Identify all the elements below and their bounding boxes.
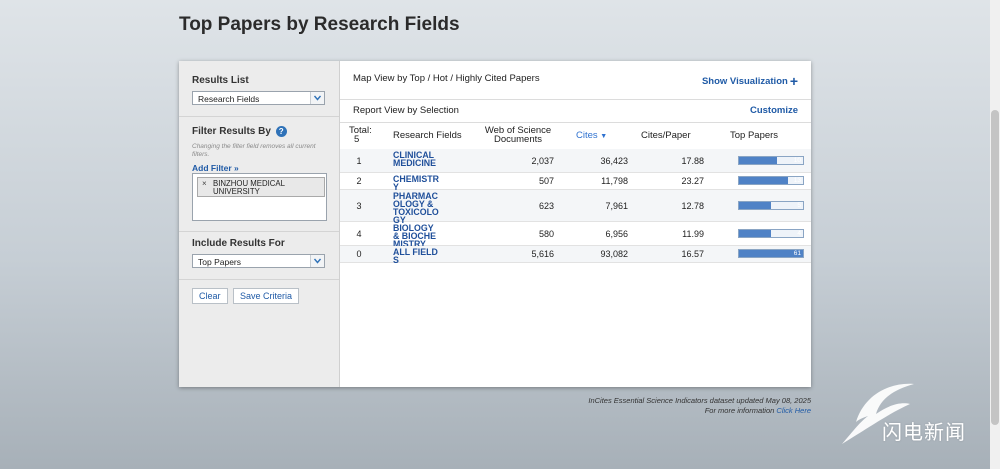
- divider: [179, 279, 339, 280]
- row-index: 4: [356, 229, 362, 239]
- top-papers-bar-fill: [739, 230, 772, 237]
- cites-header[interactable]: Cites ▼: [576, 131, 607, 141]
- sidebar: Results List Research Fields Filter Resu…: [179, 61, 340, 387]
- table-row: 0 5,616 93,082 16.57 ALL FIELDS 61: [340, 246, 811, 265]
- include-results-label: Include Results For: [192, 238, 285, 249]
- row-index: 1: [356, 156, 362, 166]
- add-filter-link[interactable]: Add Filter »: [192, 163, 239, 173]
- include-results-select[interactable]: Top Papers: [192, 254, 325, 268]
- cites-per-paper-value: 12.78: [681, 201, 704, 211]
- wos-documents-value: 623: [538, 201, 554, 211]
- wos-documents-value: 507: [538, 176, 554, 186]
- filter-chip: × BINZHOU MEDICAL UNIVERSITY: [197, 177, 325, 197]
- cites-value: 7,961: [605, 201, 628, 211]
- top-papers-value: 4: [797, 230, 801, 237]
- top-papers-value: 61: [793, 250, 801, 257]
- report-view-title: Report View by Selection: [353, 105, 459, 116]
- wos-documents-value: 5,616: [531, 249, 554, 259]
- research-fields-header: Research Fields: [393, 130, 462, 141]
- results-card: Results List Research Fields Filter Resu…: [179, 61, 811, 387]
- watermark-text: 闪电新闻: [882, 422, 966, 444]
- row-index: 3: [356, 201, 362, 211]
- sort-desc-icon: ▼: [600, 133, 608, 140]
- filter-results-text: Filter Results By: [192, 126, 271, 138]
- row-index: 0: [356, 249, 362, 259]
- research-field-link[interactable]: PHARMACOLOGY & TOXICOLOGY: [393, 192, 441, 225]
- more-info-text: For more information Click Here: [588, 406, 811, 416]
- total-label: Total:: [349, 125, 372, 136]
- top-papers-value: 13: [793, 177, 801, 184]
- save-criteria-button[interactable]: Save Criteria: [233, 288, 300, 304]
- remove-filter-icon[interactable]: ×: [202, 180, 207, 188]
- page-title: Top Papers by Research Fields: [179, 14, 460, 35]
- map-view-header: Map View by Top / Hot / Highly Cited Pap…: [340, 61, 811, 100]
- main-panel: Map View by Top / Hot / Highly Cited Pap…: [340, 61, 811, 387]
- top-papers-bar: 13: [738, 176, 804, 185]
- include-results-value: Top Papers: [198, 257, 241, 267]
- click-here-link[interactable]: Click Here: [776, 406, 811, 415]
- report-view-header: Report View by Selection Customize: [340, 100, 811, 123]
- cites-header-label: Cites: [576, 130, 598, 141]
- filter-note: Changing the filter field removes all cu…: [192, 143, 316, 158]
- cites-per-paper-value: 17.88: [681, 156, 704, 166]
- top-papers-header[interactable]: Top Papers: [730, 131, 778, 141]
- filter-list: × BINZHOU MEDICAL UNIVERSITY: [192, 173, 327, 221]
- wos-documents-value: 580: [538, 229, 554, 239]
- divider: [179, 231, 339, 232]
- filter-results-label: Filter Results By ?: [192, 126, 287, 137]
- help-icon[interactable]: ?: [275, 126, 287, 137]
- cites-per-paper-value: 23.27: [681, 176, 704, 186]
- top-papers-bar-fill: [739, 157, 777, 164]
- cites-value: 6,956: [605, 229, 628, 239]
- filter-chip-label: BINZHOU MEDICAL UNIVERSITY: [213, 179, 285, 196]
- dataset-footer: InCites Essential Science Indicators dat…: [588, 396, 811, 416]
- row-index: 2: [356, 176, 362, 186]
- top-papers-value: 5: [797, 202, 801, 209]
- watermark-logo: 闪电新闻: [838, 372, 988, 452]
- wos-documents-header[interactable]: Web of Science Documents: [478, 126, 558, 145]
- customize-link[interactable]: Customize: [750, 105, 798, 116]
- map-view-title: Map View by Top / Hot / Highly Cited Pap…: [353, 73, 540, 84]
- chevron-down-icon: [310, 255, 324, 267]
- plus-icon: +: [789, 73, 798, 89]
- page-scrollbar[interactable]: [990, 0, 1000, 469]
- table-row: 3 623 7,961 12.78 PHARMACOLOGY & TOXICOLOGY 5: [340, 190, 811, 225]
- results-list-value: Research Fields: [198, 94, 260, 104]
- divider: [179, 116, 339, 117]
- total-header: Total: 5: [349, 125, 372, 145]
- cites-value: 36,423: [600, 156, 628, 166]
- top-papers-value: 10: [793, 157, 801, 164]
- top-papers-bar-fill: [739, 177, 789, 184]
- wos-documents-value: 2,037: [531, 156, 554, 166]
- cites-per-paper-value: 11.99: [682, 229, 704, 239]
- table-row: 4 580 6,956 11.99 BIOLOGY & BIOCHEMISTRY 4: [340, 222, 811, 249]
- research-field-link[interactable]: ALL FIELDS: [393, 248, 441, 265]
- top-papers-bar-fill: [739, 202, 772, 209]
- results-list-label: Results List: [192, 75, 249, 86]
- top-papers-bar: 4: [738, 229, 804, 238]
- research-field-link[interactable]: CHEMISTRY: [393, 175, 441, 192]
- more-info-prefix: For more information: [704, 406, 775, 415]
- show-visualization-label: Show Visualization: [701, 76, 788, 87]
- show-visualization-link[interactable]: Show Visualization +: [702, 73, 798, 89]
- chevron-down-icon: [310, 92, 324, 104]
- table-header: Total: 5 Research Fields Web of Science …: [340, 123, 811, 149]
- top-papers-bar: 61: [738, 249, 804, 258]
- table-row: 1 2,037 36,423 17.88 CLINICAL MEDICINE 10: [340, 149, 811, 173]
- results-list-select[interactable]: Research Fields: [192, 91, 325, 105]
- cites-per-paper-header[interactable]: Cites/Paper: [641, 131, 691, 141]
- cites-value: 93,082: [600, 249, 628, 259]
- cites-per-paper-value: 16.57: [681, 249, 704, 259]
- table-row: 2 507 11,798 23.27 CHEMISTRY 13: [340, 173, 811, 192]
- scroll-thumb[interactable]: [991, 110, 999, 425]
- top-papers-bar: 10: [738, 156, 804, 165]
- dataset-updated-text: InCites Essential Science Indicators dat…: [588, 396, 811, 405]
- cites-value: 11,798: [601, 176, 628, 186]
- research-field-link[interactable]: BIOLOGY & BIOCHEMISTRY: [393, 224, 441, 249]
- total-count: 5: [354, 134, 360, 145]
- top-papers-bar: 5: [738, 201, 804, 210]
- research-field-link[interactable]: CLINICAL MEDICINE: [393, 151, 441, 168]
- clear-button[interactable]: Clear: [192, 288, 228, 304]
